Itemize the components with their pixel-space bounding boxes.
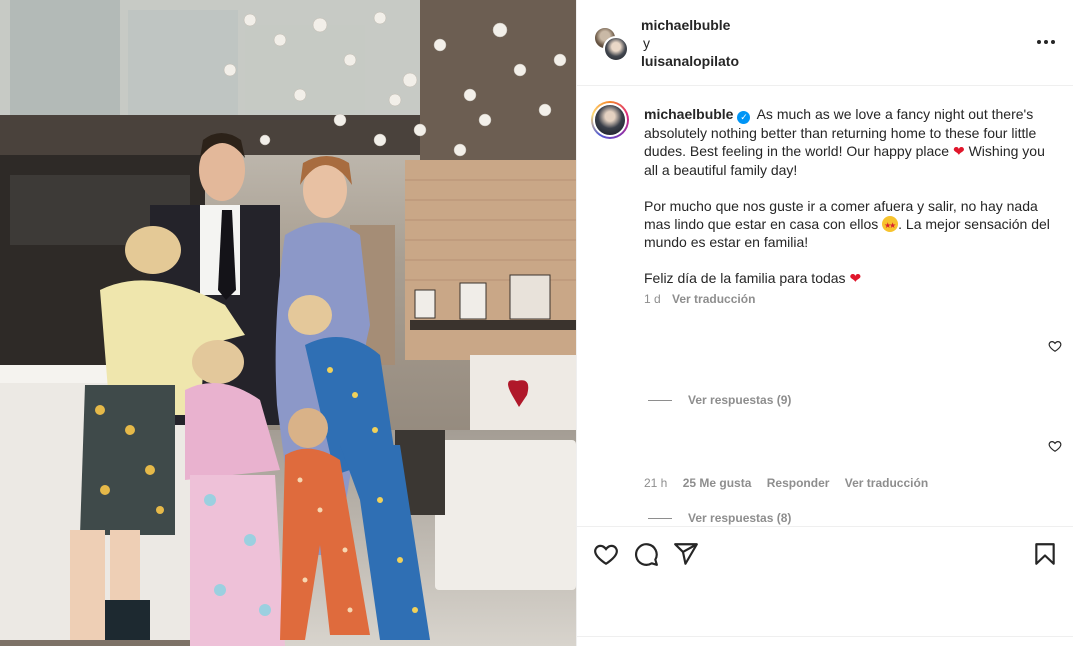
view-replies-button[interactable]: Ver respuestas (8) bbox=[648, 511, 791, 525]
comment-likes-count[interactable]: 25 Me gusta bbox=[683, 476, 752, 490]
post-header: michaelbuble y luisanalopilato bbox=[577, 0, 1073, 86]
post-side-panel: michaelbuble y luisanalopilato michaelbu… bbox=[576, 0, 1073, 646]
red-heart-emoji-icon: ❤ bbox=[952, 144, 965, 160]
comment-meta: 21 h 25 Me gusta Responder Ver traducció… bbox=[644, 476, 940, 490]
collab-usernames: michaelbuble y luisanalopilato bbox=[641, 16, 739, 70]
view-replies-button[interactable]: Ver respuestas (9) bbox=[648, 393, 791, 407]
post-caption: michaelbuble ✓ As much as we love a fancy… bbox=[644, 105, 1060, 306]
view-replies-label: Ver respuestas (9) bbox=[688, 393, 792, 407]
reply-button[interactable]: Responder bbox=[767, 476, 830, 490]
caption-avatar[interactable] bbox=[591, 101, 629, 139]
star-struck-emoji-icon bbox=[882, 216, 899, 235]
comment-like-heart-icon[interactable] bbox=[1048, 339, 1062, 353]
bookmark-icon[interactable] bbox=[1032, 541, 1058, 567]
username-link[interactable]: michaelbuble bbox=[641, 16, 739, 34]
send-icon[interactable] bbox=[673, 541, 699, 567]
actions-divider bbox=[577, 636, 1073, 637]
collab-avatars[interactable] bbox=[593, 26, 629, 62]
comments-section[interactable]: michaelbuble ✓ As much as we love a fancy… bbox=[577, 87, 1073, 525]
heart-icon[interactable] bbox=[593, 541, 619, 567]
replies-divider bbox=[648, 399, 672, 401]
comment-translate-link[interactable]: Ver traducción bbox=[845, 476, 928, 490]
avatar[interactable] bbox=[603, 36, 629, 62]
view-replies-label: Ver respuestas (8) bbox=[688, 511, 792, 525]
more-options-icon[interactable] bbox=[1034, 30, 1058, 54]
caption-timestamp[interactable]: 1 d bbox=[644, 292, 661, 306]
red-heart-emoji-icon: ❤ bbox=[849, 271, 862, 287]
conjunction-text: y bbox=[643, 35, 650, 51]
username-link[interactable]: luisanalopilato bbox=[641, 52, 739, 70]
caption-meta: 1 d Ver traducción bbox=[644, 292, 755, 306]
see-translation-link[interactable]: Ver traducción bbox=[672, 292, 755, 306]
comment-icon[interactable] bbox=[633, 541, 659, 567]
family-photo-image bbox=[0, 0, 576, 646]
comment-timestamp[interactable]: 21 h bbox=[644, 476, 667, 490]
comment-like-heart-icon[interactable] bbox=[1048, 439, 1062, 453]
replies-divider bbox=[648, 517, 672, 519]
caption-text-family-day: Feliz día de la familia para todas bbox=[644, 270, 846, 286]
post-actions-bar bbox=[577, 526, 1073, 636]
verified-badge-icon: ✓ bbox=[737, 111, 751, 124]
post-photo[interactable] bbox=[0, 0, 576, 646]
caption-author-link[interactable]: michaelbuble bbox=[644, 106, 733, 122]
